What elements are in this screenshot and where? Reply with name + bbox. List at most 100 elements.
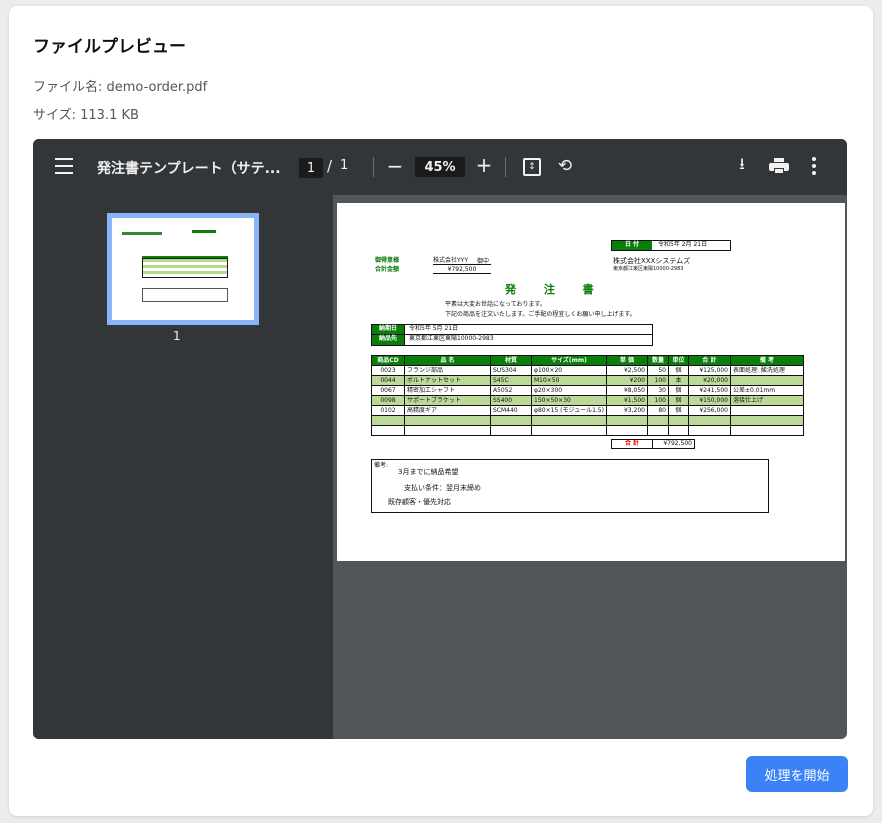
greeting-line-1: 平素は大変お世話になっております。 bbox=[445, 301, 546, 308]
table-row: 0044 ボルトナットセット S45C M10×50 ¥200 100 本 ¥2… bbox=[371, 375, 804, 386]
page-total: 1 bbox=[340, 158, 349, 173]
order-items-table: 商品CD 品 名 材質 サイズ(mm) 単 価 数量 単位 合 計 備 考 00… bbox=[371, 355, 804, 436]
cell-code: 0044 bbox=[371, 375, 405, 386]
cell-total: ¥150,000 bbox=[687, 395, 731, 406]
cell-note: 公差±0.01mm bbox=[729, 385, 804, 396]
cell-size: M10×50 bbox=[531, 375, 607, 386]
delivery-date-row: 納期日 令和5年 5月 21日 bbox=[371, 324, 653, 335]
menu-icon[interactable] bbox=[55, 158, 73, 174]
cell-price: ¥8,050 bbox=[605, 385, 648, 396]
thumbnail-page-number: 1 bbox=[173, 329, 181, 343]
cell-unit: 個 bbox=[667, 365, 689, 376]
cell-total: ¥256,000 bbox=[687, 405, 731, 416]
cell-material: SCM440 bbox=[490, 405, 532, 416]
supplier-name: 株式会社XXXシステムズ bbox=[613, 257, 691, 265]
file-preview-card: ファイルプレビュー ファイル名: demo-order.pdf サイズ: 113… bbox=[9, 6, 873, 816]
zoom-out-button[interactable]: − bbox=[387, 154, 404, 178]
date-value: 令和5年 2月 21日 bbox=[658, 241, 708, 248]
delivery-info: 納期日 令和5年 5月 21日 納品先 東京都江東区東陽10000-2983 bbox=[371, 324, 653, 346]
print-icon[interactable] bbox=[769, 158, 789, 174]
file-name: ファイル名: demo-order.pdf bbox=[33, 80, 208, 95]
col-header: 品 名 bbox=[404, 355, 491, 366]
cell-size: 150×50×30 bbox=[531, 395, 607, 406]
col-header: 商品CD bbox=[371, 355, 405, 366]
cell-note: 溶接仕上げ bbox=[729, 395, 804, 406]
rotate-icon[interactable]: ⟲ bbox=[555, 156, 575, 176]
greeting-line-2: 下記の商品を注文いたします。ご手配の程宜しくお願い申し上げます。 bbox=[445, 311, 636, 318]
cell-qty: 100 bbox=[646, 375, 669, 386]
page-separator: / bbox=[327, 157, 333, 175]
recipient-suffix: 御中 bbox=[477, 258, 490, 265]
delivery-date-value: 令和5年 5月 21日 bbox=[404, 325, 459, 334]
cell-code: 0023 bbox=[371, 365, 405, 376]
delivery-place-value: 東京都江東区東陽10000-2983 bbox=[404, 335, 652, 345]
cell-total: ¥20,000 bbox=[687, 375, 731, 386]
fit-page-icon[interactable]: ↕ bbox=[523, 158, 541, 176]
cell-code: 0098 bbox=[371, 395, 405, 406]
note-line: 支払い条件：翌月末締め bbox=[404, 484, 481, 492]
zoom-in-button[interactable]: + bbox=[475, 153, 493, 177]
cell-size: φ100×20 bbox=[531, 365, 607, 376]
table-row bbox=[371, 415, 804, 426]
col-header: 合 計 bbox=[687, 355, 731, 366]
cell-name: 高精度ギア bbox=[404, 405, 491, 416]
note-line: 既存顧客・優先対応 bbox=[388, 498, 451, 506]
cell-size: φ20×300 bbox=[531, 385, 607, 396]
cell-price: ¥1,500 bbox=[605, 395, 648, 406]
page-number-input[interactable]: 1 bbox=[299, 158, 323, 178]
delivery-date-label: 納期日 bbox=[372, 325, 404, 334]
zoom-level-input[interactable]: 45% bbox=[415, 157, 465, 177]
table-header-row: 商品CD 品 名 材質 サイズ(mm) 単 価 数量 単位 合 計 備 考 bbox=[371, 355, 804, 366]
total-amount-label: 合計金額 bbox=[375, 266, 400, 273]
start-processing-button[interactable]: 処理を開始 bbox=[746, 756, 848, 792]
cell-note: 表面処理: 酸洗処理 bbox=[729, 365, 804, 376]
grand-total-label: 合 計 bbox=[624, 440, 640, 447]
cell-qty: 30 bbox=[646, 385, 669, 396]
table-row: 0023 フランジ部品 SUS304 φ100×20 ¥2,500 50 個 ¥… bbox=[371, 365, 804, 376]
cell-unit: 個 bbox=[667, 385, 689, 396]
cell-price: ¥2,500 bbox=[605, 365, 648, 376]
col-header: サイズ(mm) bbox=[531, 355, 607, 366]
page-thumbnail[interactable] bbox=[107, 213, 259, 325]
cell-code: 0102 bbox=[371, 405, 405, 416]
cell-name: ボルトナットセット bbox=[404, 375, 491, 386]
col-header: 備 考 bbox=[729, 355, 804, 366]
date-box: 日 付 令和5年 2月 21日 bbox=[611, 240, 731, 251]
grand-total: 合 計 ¥792,500 bbox=[611, 439, 695, 449]
file-size: サイズ: 113.1 KB bbox=[33, 108, 139, 123]
date-label: 日 付 bbox=[612, 241, 652, 250]
pdf-page: 日 付 令和5年 2月 21日 御得意様 株式会社YYY 御中 株式会社XXXシ… bbox=[337, 203, 845, 561]
cell-name: 精密加工シャフト bbox=[404, 385, 491, 396]
thumbnail-sidebar: 1 bbox=[33, 195, 333, 739]
cell-material: SS400 bbox=[490, 395, 532, 406]
cell-qty: 50 bbox=[646, 365, 669, 376]
cell-total: ¥241,500 bbox=[687, 385, 731, 396]
cell-price: ¥3,200 bbox=[605, 405, 648, 416]
col-header: 単位 bbox=[667, 355, 689, 366]
page-title: ファイルプレビュー bbox=[33, 37, 186, 57]
cell-total: ¥125,000 bbox=[687, 365, 731, 376]
cell-name: サポートブラケット bbox=[404, 395, 491, 406]
document-heading: 発 注 書 bbox=[505, 283, 606, 296]
cell-price: ¥200 bbox=[605, 375, 648, 386]
pdf-toolbar: 発注書テンプレート（サテ... 1 / 1 − 45% + ↕ ⟲ ⭳ bbox=[33, 139, 847, 195]
total-amount-value: ¥792,500 bbox=[433, 266, 491, 275]
pdf-viewer: 発注書テンプレート（サテ... 1 / 1 − 45% + ↕ ⟲ ⭳ 1 日 … bbox=[33, 139, 847, 739]
cell-material: S45C bbox=[490, 375, 532, 386]
cell-unit: 本 bbox=[667, 375, 689, 386]
col-header: 単 価 bbox=[605, 355, 648, 366]
cell-material: A5052 bbox=[490, 385, 532, 396]
download-icon[interactable]: ⭳ bbox=[733, 154, 751, 176]
delivery-place-row: 納品先 東京都江東区東陽10000-2983 bbox=[371, 335, 653, 346]
cell-note bbox=[729, 405, 804, 416]
note-line: 3月までに納品希望 bbox=[398, 468, 459, 476]
col-header: 数量 bbox=[646, 355, 669, 366]
cell-unit: 個 bbox=[667, 395, 689, 406]
cell-name: フランジ部品 bbox=[404, 365, 491, 376]
more-vert-icon[interactable] bbox=[811, 157, 817, 175]
cell-unit: 個 bbox=[667, 405, 689, 416]
notes-label: 備考: bbox=[374, 462, 389, 469]
toolbar-divider bbox=[373, 157, 374, 177]
cell-code: 0067 bbox=[371, 385, 405, 396]
recipient-label: 御得意様 bbox=[375, 257, 400, 264]
